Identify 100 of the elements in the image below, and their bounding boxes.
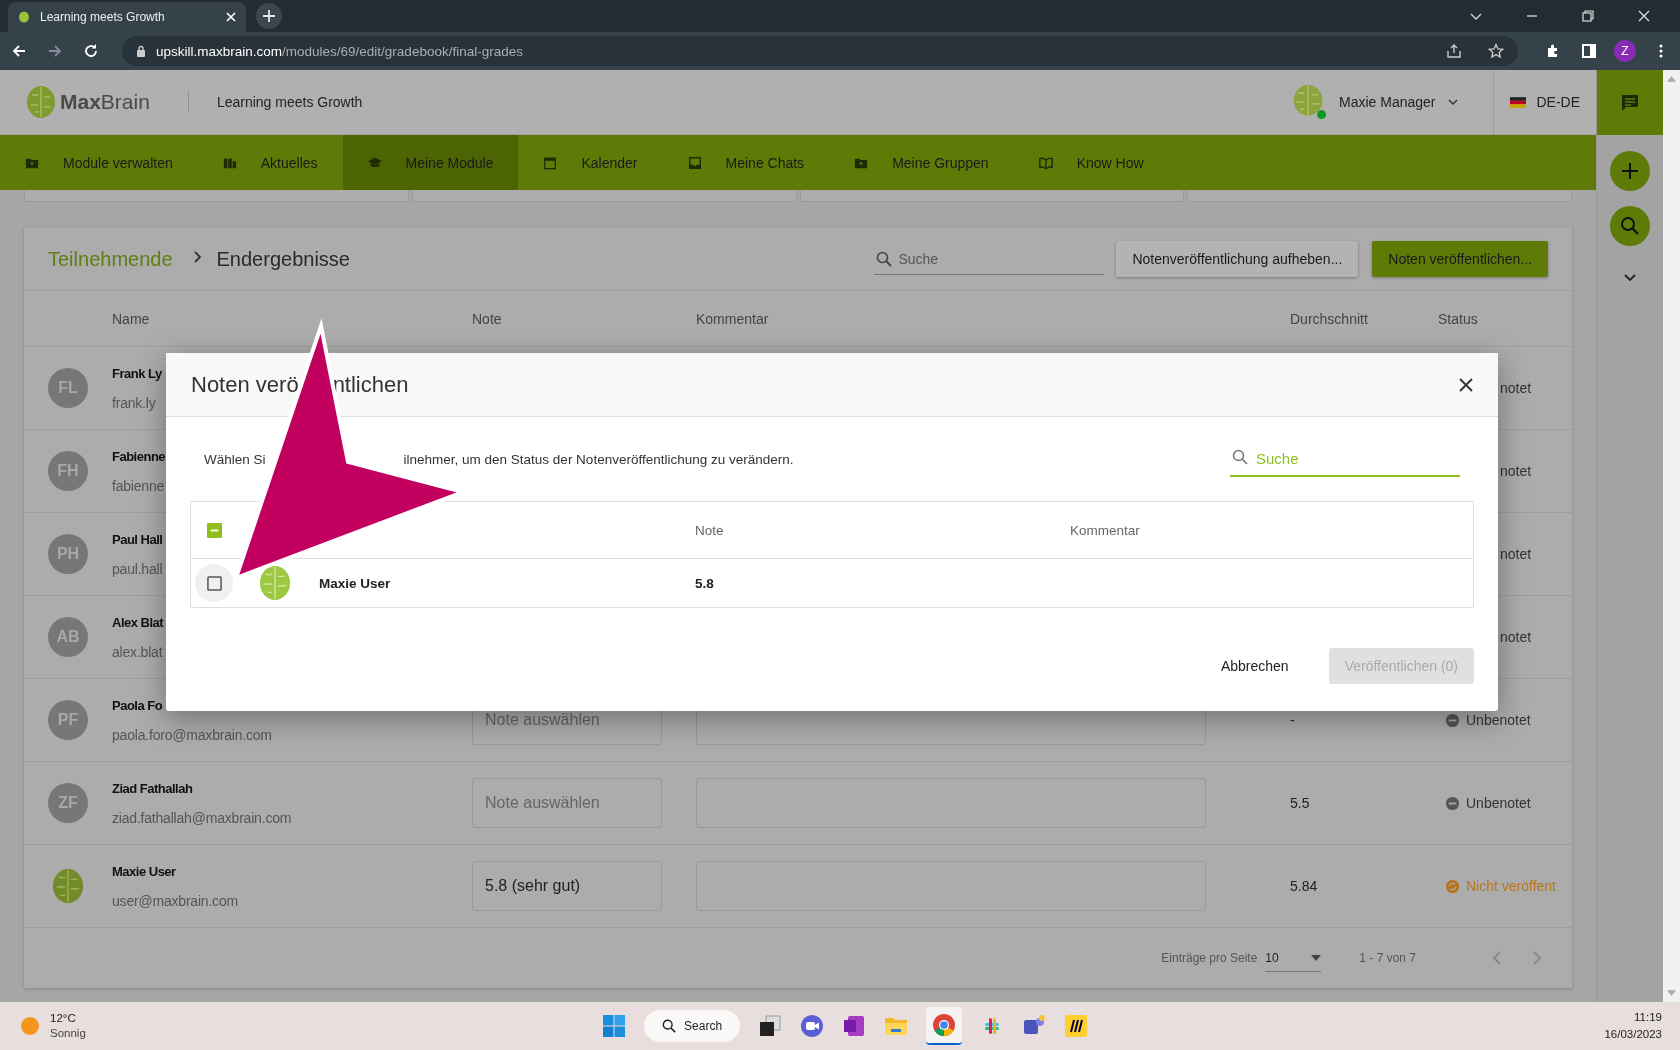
sync-icon [1445, 878, 1460, 894]
search-icon [1232, 449, 1248, 465]
add-button[interactable] [1610, 151, 1650, 191]
participant-email: paola.foro@maxbrain.com [112, 726, 272, 743]
address-bar[interactable]: upskill.maxbrain.com/modules/69/edit/gradebook/final-grades [122, 36, 1518, 66]
column-header: Note [695, 522, 725, 538]
clock-date: 16/03/2023 [1604, 1027, 1662, 1042]
participant-email: fabienne [112, 477, 165, 494]
average-value: - [1290, 712, 1295, 728]
nav-item[interactable]: Know How [1013, 135, 1169, 190]
participant-email: alex.blat [112, 643, 163, 660]
participant-name: Maxie User [112, 863, 176, 879]
participant-name: Maxie User [319, 575, 392, 591]
video-call-icon[interactable] [800, 1014, 825, 1038]
lock-icon [136, 45, 146, 57]
language-label[interactable]: DE-DE [1536, 94, 1581, 110]
column-header: Durchschnitt [1290, 310, 1369, 327]
chat-button[interactable] [1597, 70, 1663, 135]
cap-icon [367, 155, 382, 170]
share-icon[interactable] [1446, 43, 1462, 59]
status-text: Unbenotet [1466, 712, 1531, 728]
nav-item[interactable]: Meine Chats [662, 135, 830, 190]
dropdown-arrow-icon [1311, 954, 1322, 961]
per-page-label: Einträge pro Seite [1161, 951, 1258, 965]
unpublish-button[interactable]: Notenveröffentlichung aufheben... [1116, 241, 1359, 277]
search-icon [876, 251, 893, 267]
clock-time: 11:19 [1634, 1010, 1662, 1025]
chevron-right-icon [192, 250, 203, 264]
add-icon[interactable] [256, 3, 282, 29]
page-title: Endergebnisse [216, 247, 350, 271]
temperature: 12°C [50, 1011, 77, 1026]
status-text: notet [1500, 463, 1532, 479]
windows-icon[interactable] [602, 1014, 627, 1038]
search-icon [662, 1019, 677, 1033]
dialog-title: ntlichen [332, 371, 409, 398]
inbox-icon [687, 155, 702, 170]
notebook-icon[interactable] [842, 1014, 867, 1038]
instruction-text: ilnehmer, um den Status der Notenveröffentlichung zu verändern. [403, 451, 794, 467]
participant-email: frank.ly [112, 394, 156, 411]
per-page-select[interactable]: 10 [1265, 944, 1322, 972]
star-icon[interactable] [1488, 43, 1504, 59]
nav-item[interactable]: Aktuelles [197, 135, 343, 190]
checkbox[interactable] [207, 522, 222, 538]
taskbar-search[interactable]: Search [644, 1010, 741, 1042]
board-icon[interactable] [1064, 1014, 1089, 1038]
brain-logo-icon [26, 85, 56, 119]
participant-email: user@maxbrain.com [112, 892, 238, 909]
search-field[interactable]: Suche [1230, 441, 1460, 477]
browser-tab[interactable]: Learning meets Growth [8, 2, 246, 32]
checkbox[interactable] [206, 575, 222, 591]
status-text: notet [1500, 380, 1532, 396]
tab-title: Learning meets Growth [40, 10, 166, 24]
weather-text: Sonnig [50, 1026, 86, 1041]
participant-name: Paola Fo [112, 697, 163, 713]
flag-icon[interactable] [1510, 96, 1527, 108]
participant-name: Fabienne [112, 448, 166, 464]
grade-field[interactable]: 5.8 (sehr gut) [472, 861, 662, 911]
user-menu[interactable]: Maxie Manager [1291, 84, 1460, 120]
nav-item[interactable]: Meine Module [342, 135, 519, 190]
book-icon [1038, 155, 1053, 170]
search-button[interactable] [1610, 206, 1650, 246]
brain-avatar-icon [52, 868, 84, 904]
status-text: Unbenotet [1466, 795, 1531, 811]
status-text: notet [1500, 546, 1532, 562]
participant-name: Alex Blat [112, 614, 164, 630]
browser-icon[interactable] [926, 1007, 963, 1045]
grade-field[interactable]: Note auswählen [472, 778, 662, 828]
column-header: Status [1438, 310, 1479, 327]
participant-email: paul.hall [112, 560, 163, 577]
average-value: 5.5 [1290, 795, 1310, 811]
dialog-title: Noten verö [191, 371, 299, 398]
chat-icon [1620, 92, 1640, 113]
chevron-down-icon[interactable] [1623, 273, 1637, 283]
cancel-button[interactable]: Abbrechen [1204, 648, 1305, 684]
search-field[interactable]: Suche [874, 243, 1105, 275]
nav-item[interactable]: Kalender [518, 135, 663, 190]
publish-button[interactable]: Noten veröffentlichen... [1372, 241, 1549, 277]
sun-icon [20, 1016, 40, 1036]
grade-value: 5.8 [695, 575, 715, 591]
breadcrumb-link[interactable]: Teilnehmende [48, 247, 173, 271]
close-icon[interactable] [1458, 376, 1474, 393]
restore-icon[interactable] [1582, 10, 1594, 22]
nav-item[interactable]: Meine Gruppen [829, 135, 1014, 190]
nav-item[interactable]: Module verwalten [0, 135, 198, 190]
status-text: Nicht veröffent [1466, 878, 1556, 894]
status-text: notet [1500, 629, 1532, 645]
column-header: Name [112, 310, 151, 327]
column-header: Kommentar [1070, 522, 1141, 538]
calendar-icon [543, 155, 558, 170]
column-header: Kommentar [696, 310, 770, 327]
participant-name: Ziad Fathallah [112, 780, 193, 796]
brain-avatar-icon [259, 565, 291, 601]
profile-avatar[interactable]: Z [1614, 40, 1636, 62]
url-text: upskill.maxbrain.com/modules/69/edit/gradebook/final-grades [156, 43, 523, 59]
task-view-icon[interactable] [758, 1014, 783, 1038]
instruction-text: Wählen Si [203, 451, 266, 467]
minus-circle-icon [1445, 795, 1460, 811]
participant-name: Paul Hall [112, 531, 163, 547]
minus-circle-icon [1445, 712, 1460, 728]
participant-name: Frank Ly [112, 365, 162, 381]
